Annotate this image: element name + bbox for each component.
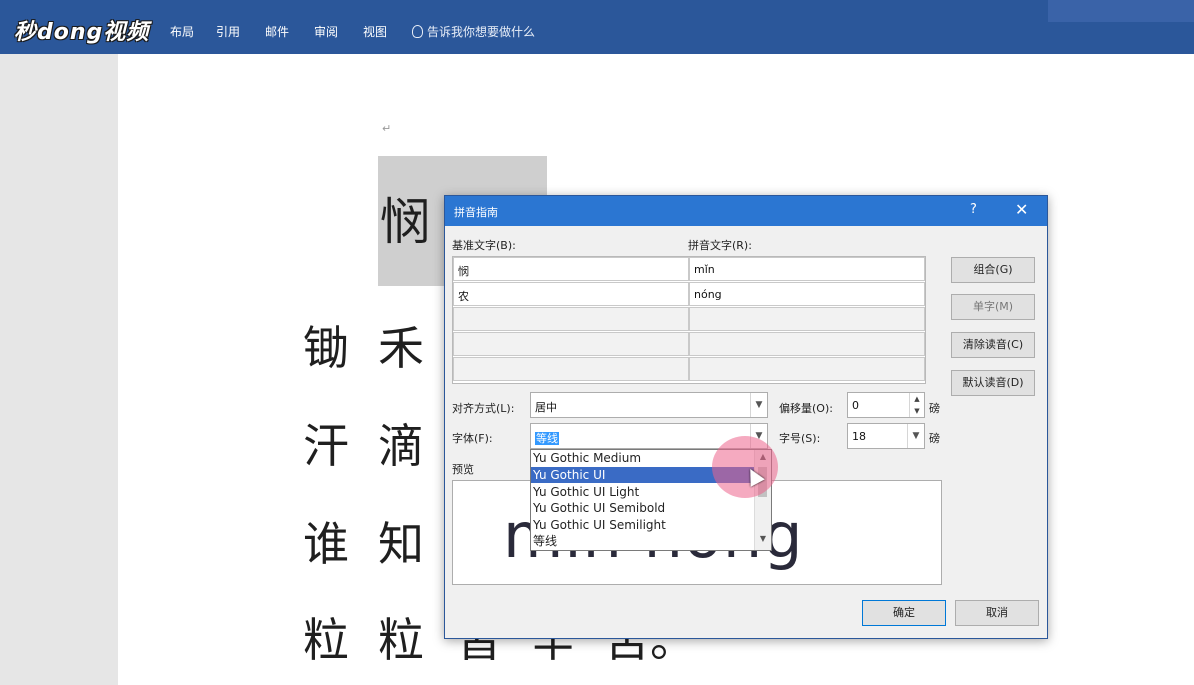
alignment-select[interactable]: 居中 ▼ xyxy=(530,392,768,418)
alignment-label: 对齐方式(L): xyxy=(452,402,515,415)
tab-review[interactable]: 审阅 xyxy=(314,23,338,40)
offset-spinner[interactable]: 0 ▲ ▼ xyxy=(847,392,925,418)
ruby-text-field-empty[interactable] xyxy=(689,357,925,381)
chevron-down-icon[interactable]: ▼ xyxy=(907,424,924,448)
close-button[interactable]: ✕ xyxy=(1015,200,1028,219)
tell-me-text: 告诉我你想要做什么 xyxy=(427,25,536,39)
size-label: 字号(S): xyxy=(779,432,821,445)
font-option[interactable]: Yu Gothic UI Semilight xyxy=(531,517,755,533)
lightbulb-icon xyxy=(412,25,423,38)
ruby-text-field[interactable]: mǐn xyxy=(689,257,925,281)
doc-char: 粒 xyxy=(303,613,349,667)
tab-view[interactable]: 视图 xyxy=(363,23,387,40)
offset-unit: 磅 xyxy=(929,402,940,415)
ruby-text-field[interactable]: nóng xyxy=(689,282,925,306)
base-text-field-empty[interactable] xyxy=(453,357,689,381)
click-highlight xyxy=(712,436,778,498)
tab-mailings[interactable]: 邮件 xyxy=(265,23,289,40)
preview-label: 预览 xyxy=(452,463,474,476)
font-option[interactable]: Yu Gothic UI Semibold xyxy=(531,500,755,516)
tab-references[interactable]: 引用 xyxy=(216,23,240,40)
base-text-field-empty[interactable] xyxy=(453,332,689,356)
tell-me-box[interactable]: 告诉我你想要做什么 xyxy=(412,23,535,40)
dialog-title: 拼音指南 xyxy=(454,206,498,219)
doc-char: 知 xyxy=(378,517,424,571)
size-value: 18 xyxy=(852,430,866,443)
clear-button[interactable]: 清除读音(C) xyxy=(951,332,1035,358)
offset-value: 0 xyxy=(852,399,859,412)
watermark-logo: 秒dong视频 xyxy=(14,20,150,45)
tab-layout[interactable]: 布局 xyxy=(170,23,194,40)
doc-char: 谁 xyxy=(303,517,349,571)
offset-label: 偏移量(O): xyxy=(779,402,833,415)
ribbon: 布局 引用 邮件 审阅 视图 告诉我你想要做什么 xyxy=(0,0,1194,54)
phonetic-guide-dialog: 拼音指南 ? ✕ 基准文字(B): 拼音文字(R): 悯 mǐn 农 nóng … xyxy=(444,195,1048,639)
alignment-value: 居中 xyxy=(535,401,557,414)
window-controls-area xyxy=(1048,0,1194,22)
ruby-text-label: 拼音文字(R): xyxy=(688,239,752,252)
doc-char: 滴 xyxy=(378,419,424,473)
chevron-down-icon[interactable]: ▼ xyxy=(755,534,771,548)
font-label: 字体(F): xyxy=(452,432,493,445)
mono-button[interactable]: 单字(M) xyxy=(951,294,1035,320)
base-text-label: 基准文字(B): xyxy=(452,239,516,252)
phonetic-grid: 悯 mǐn 农 nóng xyxy=(452,256,926,384)
base-text-field[interactable]: 农 xyxy=(453,282,689,306)
size-select[interactable]: 18 ▼ xyxy=(847,423,925,449)
spin-arrows-icon[interactable]: ▲ ▼ xyxy=(909,393,924,417)
help-button[interactable]: ? xyxy=(970,202,977,217)
font-option[interactable]: 等线 xyxy=(531,533,755,549)
font-value: 等线 xyxy=(535,432,559,445)
doc-char: 禾 xyxy=(378,321,424,375)
doc-char: 锄 xyxy=(303,321,349,375)
dialog-title-bar[interactable]: 拼音指南 ? ✕ xyxy=(445,196,1047,226)
group-button[interactable]: 组合(G) xyxy=(951,257,1035,283)
doc-char: 悯 xyxy=(380,193,430,251)
ok-button[interactable]: 确定 xyxy=(862,600,946,626)
base-text-field[interactable]: 悯 xyxy=(453,257,689,281)
cancel-button[interactable]: 取消 xyxy=(955,600,1039,626)
default-button[interactable]: 默认读音(D) xyxy=(951,370,1035,396)
ruby-text-field-empty[interactable] xyxy=(689,307,925,331)
paragraph-mark: ↵ xyxy=(382,122,392,135)
doc-char: 粒 xyxy=(378,613,424,667)
ruby-text-field-empty[interactable] xyxy=(689,332,925,356)
doc-char: 汗 xyxy=(303,419,349,473)
base-text-field-empty[interactable] xyxy=(453,307,689,331)
size-unit: 磅 xyxy=(929,432,940,445)
chevron-down-icon[interactable]: ▼ xyxy=(750,393,767,417)
